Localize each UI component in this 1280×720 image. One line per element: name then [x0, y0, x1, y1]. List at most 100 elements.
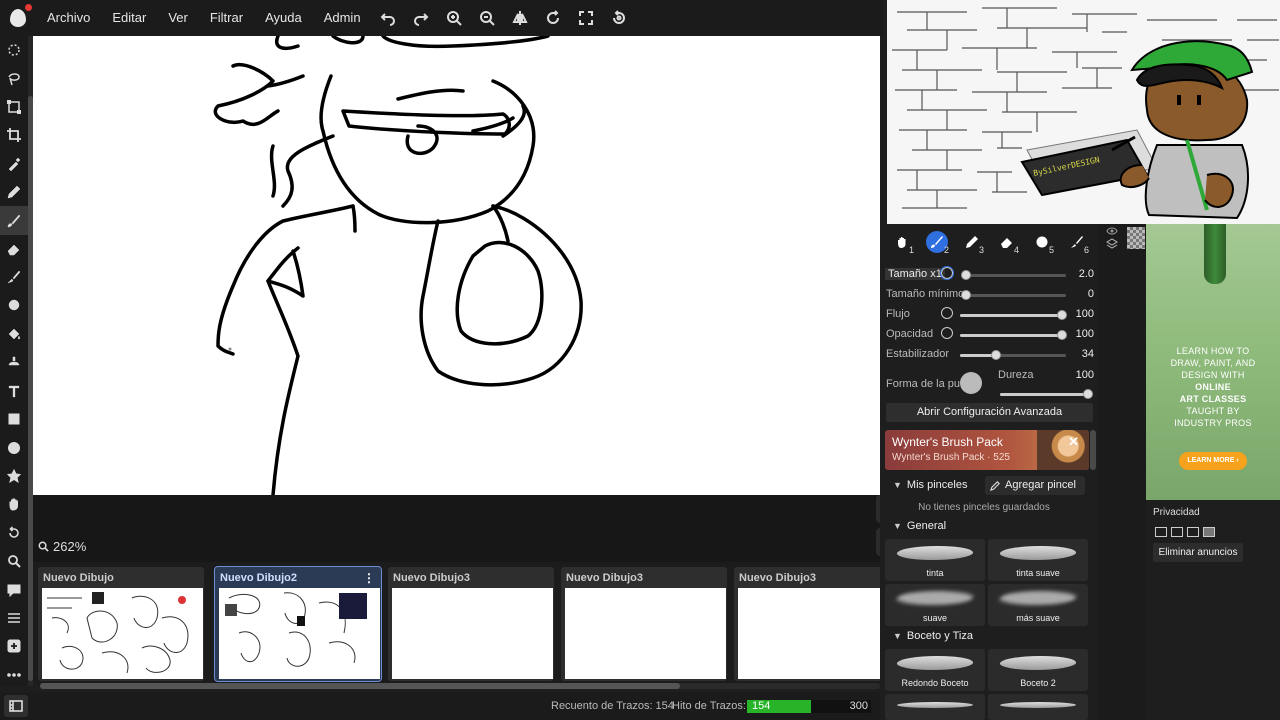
drawings-scrollbar[interactable]	[40, 683, 880, 689]
ad-banner[interactable]: LEARN HOW TO DRAW, PAINT, AND DESIGN WIT…	[1146, 224, 1280, 500]
brush-boceto-2[interactable]: Boceto 2	[988, 649, 1088, 691]
lasso-select-icon[interactable]	[0, 36, 28, 64]
drawing-canvas[interactable]	[33, 36, 880, 495]
drawing-tab[interactable]: Nuevo Dibujo3	[734, 567, 880, 681]
brush-panel-scrollbar[interactable]	[1090, 430, 1096, 470]
menu-archivo[interactable]: Archivo	[36, 0, 101, 36]
lasso-icon[interactable]	[0, 64, 28, 92]
menu-ayuda[interactable]: Ayuda	[254, 0, 313, 36]
size-slider[interactable]: Tamaño x1 2.0	[885, 266, 1096, 284]
menu-bar: Archivo Editar Ver Filtrar Ayuda Admin	[0, 0, 884, 36]
smudge-icon[interactable]	[0, 263, 28, 291]
undo-icon[interactable]	[372, 0, 405, 36]
blur-icon[interactable]	[0, 292, 28, 320]
brush-label: tinta	[926, 568, 944, 578]
brush-suave[interactable]: suave	[885, 584, 985, 626]
brush-item[interactable]	[885, 694, 985, 720]
promo-banner[interactable]: Wynter's Brush Pack Wynter's Brush Pack …	[885, 430, 1089, 470]
layout-icon[interactable]	[1155, 527, 1167, 537]
brush-tinta[interactable]: tinta	[885, 539, 985, 581]
stabilizer-slider[interactable]: Estabilizador 34	[886, 346, 1096, 364]
drawing-tab[interactable]: Nuevo Dibujo	[38, 567, 204, 681]
rotate-icon[interactable]	[537, 0, 570, 36]
flow-slider[interactable]: Flujo 100	[886, 306, 1096, 324]
ad-text: ONLINE	[1195, 382, 1231, 392]
chat-icon[interactable]	[0, 575, 28, 603]
brush-label: tinta suave	[1016, 568, 1060, 578]
brush-mas-suave[interactable]: más suave	[988, 584, 1088, 626]
pressure-pen-icon[interactable]	[941, 327, 953, 339]
menu-ver[interactable]: Ver	[157, 0, 199, 36]
pressure-pen-icon[interactable]	[941, 307, 953, 319]
min-size-slider[interactable]: Tamaño mínimo 0	[886, 286, 1096, 304]
sketch-section[interactable]: ▼ Boceto y Tiza	[893, 630, 973, 642]
reference-image[interactable]: BySilverDESIGN	[887, 0, 1280, 224]
eyedropper-icon[interactable]	[0, 150, 28, 178]
hand-icon[interactable]	[0, 490, 28, 518]
brush-tinta-suave[interactable]: tinta suave	[988, 539, 1088, 581]
text-icon[interactable]	[0, 377, 28, 405]
brush-redondo-boceto[interactable]: Redondo Boceto	[885, 649, 985, 691]
add-brush-button[interactable]: Agregar pincel	[985, 476, 1085, 495]
pressure-pen-icon[interactable]	[940, 266, 954, 280]
fill-bucket-icon[interactable]	[0, 320, 28, 348]
layout-icon[interactable]	[1187, 527, 1199, 537]
brush-preset-3[interactable]: 3	[954, 226, 989, 258]
layout-icon[interactable]	[1171, 527, 1183, 537]
opacity-slider[interactable]: Opacidad 100	[886, 326, 1096, 344]
more-options-icon[interactable]: ⋮	[363, 571, 375, 585]
eye-icon[interactable]	[1106, 226, 1118, 236]
reset-view-icon[interactable]	[603, 0, 636, 36]
my-brushes-section[interactable]: ▼ Mis pinceles	[893, 479, 967, 491]
crop-icon[interactable]	[0, 121, 28, 149]
close-icon[interactable]: ✕	[1068, 434, 1079, 450]
zoom-out-icon[interactable]	[471, 0, 504, 36]
dodge-burn-icon[interactable]	[0, 348, 28, 376]
brush-preset-2[interactable]: 2	[919, 226, 954, 258]
zoom-tool-icon[interactable]	[0, 547, 28, 575]
size-label: Tamaño x1	[885, 268, 945, 280]
transform-icon[interactable]	[0, 93, 28, 121]
rotate-canvas-icon[interactable]	[0, 519, 28, 547]
zoom-indicator[interactable]: 262%	[38, 539, 86, 554]
fullscreen-icon[interactable]	[570, 0, 603, 36]
layout-icon[interactable]	[1203, 527, 1215, 537]
privacy-link[interactable]: Privacidad	[1153, 507, 1200, 518]
layers-toggle-icon[interactable]	[4, 695, 28, 717]
brush-item[interactable]	[988, 694, 1088, 720]
ellipse-icon[interactable]	[0, 433, 28, 461]
layer-thumbnail[interactable]	[1127, 227, 1145, 249]
brush-preset-6[interactable]: 6	[1059, 226, 1094, 258]
zoom-in-icon[interactable]	[438, 0, 471, 36]
brush-preset-5[interactable]: 5	[1024, 226, 1059, 258]
learn-more-button[interactable]: LEARN MORE ›	[1179, 452, 1247, 470]
general-section[interactable]: ▼ General	[893, 520, 946, 532]
flip-icon[interactable]	[504, 0, 537, 36]
progress-max: 300	[849, 700, 868, 712]
star-shape-icon[interactable]	[0, 462, 28, 490]
drawing-tab[interactable]: Nuevo Dibujo3	[388, 567, 554, 681]
stroke-goal-progress: 154 300	[747, 700, 871, 713]
drawings-strip: Nuevo Dibujo Nuevo Dibujo2 ⋮ Nuevo Dibuj…	[33, 562, 880, 686]
brush-tip-preview[interactable]	[960, 372, 982, 394]
drawing-tab[interactable]: Nuevo Dibujo3	[561, 567, 727, 681]
tool-sidebar	[0, 36, 28, 686]
rectangle-icon[interactable]	[0, 405, 28, 433]
app-logo[interactable]	[0, 0, 36, 36]
redo-icon[interactable]	[405, 0, 438, 36]
menu-filtrar[interactable]: Filtrar	[199, 0, 254, 36]
add-icon[interactable]	[0, 632, 28, 660]
filters-icon[interactable]	[0, 604, 28, 632]
eraser-icon[interactable]	[0, 235, 28, 263]
brush-icon[interactable]	[0, 206, 28, 235]
menu-admin[interactable]: Admin	[313, 0, 372, 36]
advanced-settings-button[interactable]: Abrir Configuración Avanzada	[886, 403, 1093, 422]
layer-settings-icon[interactable]	[1106, 238, 1118, 250]
pencil-icon[interactable]	[0, 178, 28, 206]
brush-preset-1[interactable]: 1	[884, 226, 919, 258]
brush-preset-4[interactable]: 4	[989, 226, 1024, 258]
remove-ads-button[interactable]: Eliminar anuncios	[1153, 543, 1243, 562]
drawing-tab-selected[interactable]: Nuevo Dibujo2 ⋮	[214, 566, 382, 682]
menu-editar[interactable]: Editar	[101, 0, 157, 36]
more-icon[interactable]	[0, 661, 28, 689]
